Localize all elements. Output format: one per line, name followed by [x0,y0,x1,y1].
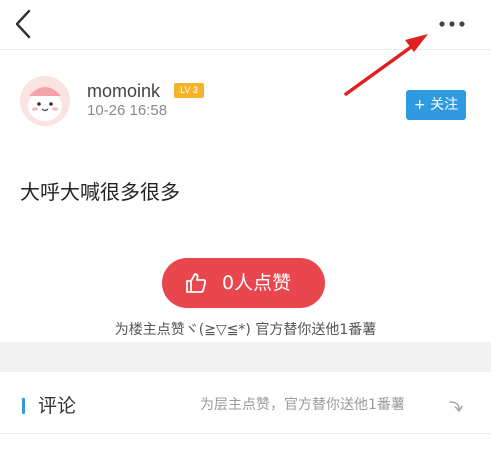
back-button[interactable] [10,8,40,40]
like-count-label: 0人点赞 [222,272,292,294]
author-name[interactable]: momoink [87,80,160,102]
like-hint-text: 为楼主点赞ヾ(≧▽≦*) 官方替你送他1番薯 [114,322,377,338]
avatar-image [20,76,70,126]
thumbs-up-icon [186,273,206,293]
comment-section-header: 评论 为层主点赞，官方替你送他1番薯 [0,372,491,434]
section-divider [0,342,491,372]
like-button[interactable]: 0人点赞 [162,258,325,308]
curved-arrow-icon [449,401,463,412]
post-timestamp: 10-26 16:58 [87,102,168,119]
more-options-button[interactable] [432,12,472,36]
follow-button[interactable]: + 关注 [406,90,466,120]
chevron-left-icon [15,9,31,39]
top-navigation-bar [0,0,491,50]
level-badge: LV 3 [174,83,204,98]
post-content: 大呼大喊很多很多 [20,180,180,204]
author-avatar[interactable] [20,76,70,126]
comment-section-title: 评论 [38,395,77,417]
section-accent-bar [22,398,25,414]
comment-like-hint[interactable]: 为层主点赞，官方替你送他1番薯 [200,395,405,415]
more-horizontal-icon [439,21,465,27]
